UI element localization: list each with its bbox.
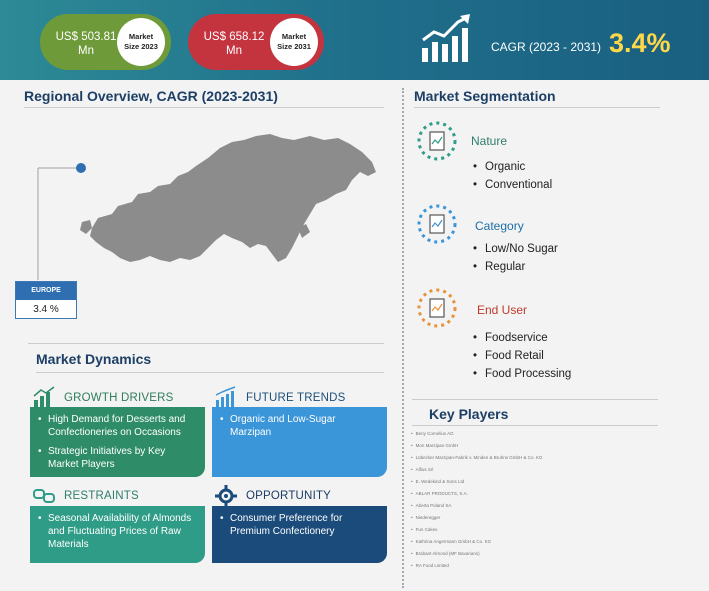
end-user-item: Food Processing: [473, 368, 571, 380]
key-player-item: E. Wedekind & Sons Ltd: [411, 479, 465, 484]
link-chain-icon: [33, 489, 55, 503]
future-trends-heading: FUTURE TRENDS: [246, 392, 346, 404]
nature-item: Organic: [473, 161, 525, 173]
category-icon: [417, 204, 457, 244]
category-label: Category: [475, 219, 524, 233]
market-size-2023-pill: US$ 503.81 Mn Market Size 2023: [40, 14, 171, 70]
nature-label: Nature: [471, 134, 508, 148]
key-player-item: Alfius Srl: [411, 467, 434, 472]
growth-chart-icon: [422, 14, 470, 62]
key-players-title: Key Players: [429, 406, 509, 422]
growth-driver-item: High Demand for Desserts and Confectione…: [38, 413, 197, 439]
future-trend-item: Organic and Low-Sugar Marzipan: [220, 413, 379, 439]
nature-icon: [417, 121, 457, 161]
regional-divider: [24, 107, 384, 108]
europe-label: EUROPE: [16, 282, 76, 300]
key-player-item: Kathrina Angermann GmbH & Co. KG: [411, 539, 492, 544]
market-dynamics-title: Market Dynamics: [36, 351, 152, 367]
regional-overview-title: Regional Overview, CAGR (2023-2031): [24, 88, 278, 104]
header-banner: US$ 503.81 Mn Market Size 2023 US$ 658.1…: [0, 0, 709, 80]
opportunity-box: Consumer Preference for Premium Confecti…: [212, 506, 387, 563]
future-trends-box: Organic and Low-Sugar Marzipan: [212, 407, 387, 477]
key-player-item: Beny Cornelius AG: [411, 431, 454, 436]
segmentation-divider: [414, 107, 660, 108]
market-size-2023-label: Market Size 2023: [117, 18, 165, 66]
restraints-box: Seasonal Availability of Almonds and Flu…: [30, 506, 205, 563]
key-players-top-divider: [412, 399, 658, 400]
market-size-2031-pill: US$ 658.12 Mn Market Size 2031: [188, 14, 324, 70]
key-player-item: Lübecker Marzipan-Fabrik v. Minden & Bru…: [411, 455, 543, 460]
end-user-item: Food Retail: [473, 350, 544, 362]
key-player-item: Brabant Almond (MF Bavarians): [411, 551, 480, 556]
category-item: Low/No Sugar: [473, 243, 558, 255]
growth-driver-item: Strategic Initiatives by Key Market Play…: [38, 445, 197, 471]
restraints-heading: RESTRAINTS: [64, 490, 139, 502]
category-item: Regular: [473, 261, 525, 273]
europe-marker: [76, 163, 86, 173]
dynamics-top-divider: [28, 343, 384, 344]
vertical-separator: [402, 88, 404, 588]
market-segmentation-title: Market Segmentation: [414, 88, 556, 104]
growth-drivers-heading: GROWTH DRIVERS: [64, 392, 174, 404]
key-player-item: Mon Marzipan GmbH: [411, 443, 459, 448]
end-user-icon: [417, 288, 457, 328]
growth-drivers-box: High Demand for Desserts and Confectione…: [30, 407, 205, 477]
key-player-item: Aberta Poland SA: [411, 503, 452, 508]
end-user-item: Foodservice: [473, 332, 548, 344]
market-size-2031-amount: US$ 658.12 Mn: [203, 31, 265, 57]
cagr-value: 3.4%: [609, 28, 671, 58]
nature-item: Conventional: [473, 179, 552, 191]
opportunity-heading: OPPORTUNITY: [246, 490, 332, 502]
europe-cagr: 3.4 %: [33, 304, 59, 315]
opportunity-header: OPPORTUNITY: [214, 484, 331, 508]
market-size-2031-label: Market Size 2031: [270, 18, 318, 66]
dynamics-divider: [36, 372, 384, 373]
restraints-header: RESTRAINTS: [32, 484, 139, 508]
end-user-label: End User: [477, 303, 528, 317]
key-player-item: ABLAR PRODUCTS, S.A.: [411, 491, 468, 496]
key-player-item: Fun Cakes: [411, 527, 438, 532]
opportunity-item: Consumer Preference for Premium Confecti…: [220, 512, 379, 538]
europe-map: [37, 134, 376, 280]
restraint-item: Seasonal Availability of Almonds and Flu…: [38, 512, 197, 551]
europe-callout: EUROPE 3.4 %: [15, 281, 77, 319]
key-player-item: RA Food Limited: [411, 563, 449, 568]
gear-icon: [215, 485, 237, 507]
market-size-2023-amount: US$ 503.81 Mn: [55, 31, 117, 57]
cagr-label: CAGR (2023 - 2031): [491, 40, 602, 54]
key-players-divider: [412, 425, 658, 426]
key-player-item: Niederegger: [411, 515, 441, 520]
